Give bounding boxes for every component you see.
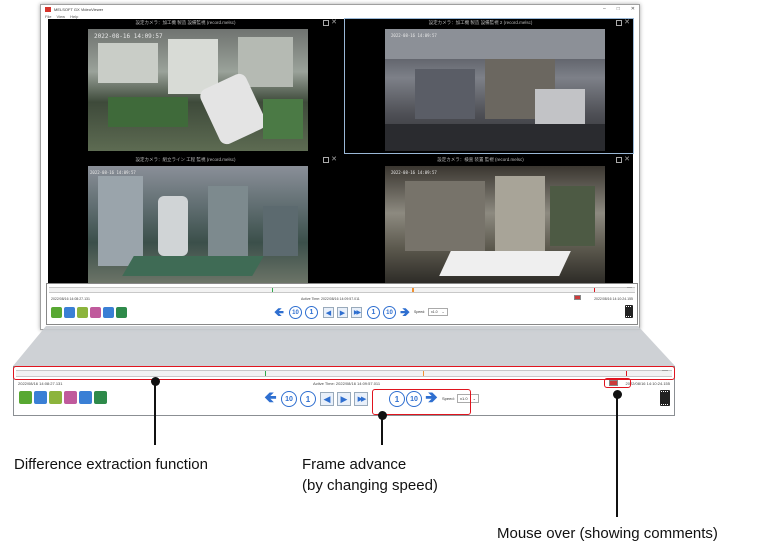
pane-header: 設定カメラ：加工機 製造 設備監視 2 (record.melsc) ✕ bbox=[345, 19, 633, 27]
caption-difference: Difference extraction function bbox=[14, 456, 208, 473]
fast-forward-icon[interactable]: ▶▶ bbox=[351, 307, 362, 318]
search-video-icon[interactable] bbox=[64, 307, 75, 318]
start-time: 2022/08/16 14:08:27.131 bbox=[18, 381, 63, 386]
back-10-icon[interactable]: 10 bbox=[289, 306, 302, 319]
brightness-icon[interactable] bbox=[49, 391, 62, 404]
tool-group bbox=[51, 307, 131, 318]
color-adjust-icon[interactable] bbox=[64, 391, 77, 404]
video-pane-1[interactable]: 設定カメラ：加工機 製造 設備監視 (record.melsc) ✕ 2022-… bbox=[48, 19, 340, 153]
pane-header: 設定カメラ：組立ライン 工程 監視 (record.melsc) ✕ bbox=[48, 156, 340, 164]
play-icon[interactable]: ▶ bbox=[337, 307, 348, 318]
close-pane-icon[interactable]: ✕ bbox=[624, 19, 630, 26]
callout-line bbox=[381, 417, 383, 445]
app-logo-icon bbox=[45, 6, 51, 12]
pane-title: 設定カメラ：加工機 製造 設備監視 2 (record.melsc) bbox=[428, 20, 533, 25]
timeline-marker[interactable] bbox=[271, 288, 273, 292]
video-timestamp: 2022-08-16 14:09:57 bbox=[391, 170, 437, 175]
menu-view[interactable]: View bbox=[56, 14, 65, 19]
video-pane-4[interactable]: 設定カメラ：検査 装置 監視 (record.melsc) ✕ 2022-08-… bbox=[345, 156, 633, 286]
camera-settings-icon[interactable] bbox=[94, 391, 107, 404]
playback-control-bar-small: — 2022/08/16 14:08:27.131 Active Time: 2… bbox=[46, 283, 638, 325]
menu-help[interactable]: Help bbox=[70, 14, 78, 19]
camera-settings-icon[interactable] bbox=[116, 307, 127, 318]
tool-group bbox=[19, 391, 109, 404]
video-pane-2[interactable]: 設定カメラ：加工機 製造 設備監視 2 (record.melsc) ✕ 202… bbox=[344, 18, 634, 154]
minimize-button[interactable]: – bbox=[603, 5, 606, 13]
video-frame bbox=[385, 29, 605, 151]
timeline-highlight bbox=[13, 366, 675, 380]
video-timestamp: 2022-08-16 14:09:57 bbox=[391, 33, 437, 38]
speed-value: x1.0 bbox=[431, 310, 438, 314]
end-time: 2022/08/16 14:10:24.155 bbox=[625, 381, 671, 386]
frame-advance-highlight bbox=[372, 389, 471, 415]
video-grid: 設定カメラ：加工機 製造 設備監視 (record.melsc) ✕ 2022-… bbox=[48, 18, 634, 286]
play-icon[interactable]: ▶ bbox=[337, 392, 351, 406]
window-title: MELSOFT GX VideoViewer bbox=[54, 6, 104, 12]
video-frame bbox=[88, 166, 308, 284]
maximize-pane-icon[interactable] bbox=[616, 20, 622, 26]
speed-select[interactable]: x1.0 ⌄ bbox=[428, 308, 448, 316]
title-bar: MELSOFT GX VideoViewer – □ ✕ bbox=[41, 5, 639, 13]
close-pane-icon[interactable]: ✕ bbox=[624, 156, 630, 163]
speed-label: Speed: bbox=[414, 310, 426, 314]
pane-title: 設定カメラ：組立ライン 工程 監視 (record.melsc) bbox=[135, 157, 236, 162]
maximize-pane-icon[interactable] bbox=[323, 20, 329, 26]
maximize-pane-icon[interactable] bbox=[616, 157, 622, 163]
active-time: Active Time: 2022/08/16 14:09:57.011 bbox=[301, 297, 360, 301]
caption-mouse-over: Mouse over (showing comments) bbox=[497, 525, 718, 542]
video-timestamp: 2022-08-16 14:09:57 bbox=[90, 170, 136, 175]
menu-file[interactable]: File bbox=[45, 14, 51, 19]
pane-title: 設定カメラ：加工機 製造 設備監視 (record.melsc) bbox=[135, 20, 236, 25]
pane-title: 設定カメラ：検査 装置 監視 (record.melsc) bbox=[437, 157, 524, 162]
difference-extraction-icon[interactable] bbox=[51, 307, 62, 318]
video-frame bbox=[88, 29, 308, 151]
maximize-pane-icon[interactable] bbox=[323, 157, 329, 163]
timeline-marker[interactable] bbox=[412, 288, 414, 292]
end-time: 2022/08/16 14:10:24.155 bbox=[594, 297, 633, 301]
brightness-icon[interactable] bbox=[77, 307, 88, 318]
close-pane-icon[interactable]: ✕ bbox=[331, 19, 337, 26]
pane-header: 設定カメラ：加工機 製造 設備監視 (record.melsc) ✕ bbox=[48, 19, 340, 27]
back-1-icon[interactable]: 1 bbox=[300, 391, 316, 407]
close-pane-icon[interactable]: ✕ bbox=[331, 156, 337, 163]
start-time: 2022/08/16 14:08:27.131 bbox=[51, 297, 90, 301]
comment-highlight bbox=[604, 378, 631, 388]
export-icon[interactable] bbox=[103, 307, 114, 318]
app-window: MELSOFT GX VideoViewer – □ ✕ File View H… bbox=[40, 4, 640, 330]
fast-forward-icon[interactable]: ▶▶ bbox=[354, 392, 368, 406]
difference-extraction-icon[interactable] bbox=[19, 391, 32, 404]
comment-icon[interactable] bbox=[574, 295, 581, 300]
jump-end-icon[interactable]: 🡺 bbox=[399, 305, 411, 319]
video-pane-3[interactable]: 設定カメラ：組立ライン 工程 監視 (record.melsc) ✕ 2022-… bbox=[48, 156, 340, 286]
caption-frame-advance: Frame advance bbox=[302, 456, 407, 473]
jump-start-icon[interactable]: 🡸 bbox=[273, 305, 285, 319]
forward-10-icon[interactable]: 10 bbox=[383, 306, 396, 319]
video-frame bbox=[385, 166, 605, 284]
zoom-toggle[interactable]: — bbox=[627, 285, 632, 291]
jump-start-icon[interactable]: 🡸 bbox=[263, 389, 278, 407]
filmstrip-icon[interactable] bbox=[625, 305, 633, 318]
close-button[interactable]: ✕ bbox=[631, 5, 635, 13]
timeline-marker[interactable] bbox=[593, 288, 596, 292]
pane-header: 設定カメラ：検査 装置 監視 (record.melsc) ✕ bbox=[345, 156, 633, 164]
reverse-play-icon[interactable]: ◀ bbox=[323, 307, 334, 318]
color-adjust-icon[interactable] bbox=[90, 307, 101, 318]
back-1-icon[interactable]: 1 bbox=[305, 306, 318, 319]
search-video-icon[interactable] bbox=[34, 391, 47, 404]
maximize-button[interactable]: □ bbox=[617, 5, 620, 13]
back-10-icon[interactable]: 10 bbox=[281, 391, 297, 407]
export-icon[interactable] bbox=[79, 391, 92, 404]
callout-line bbox=[154, 383, 156, 445]
window-controls: – □ ✕ bbox=[603, 5, 635, 13]
callout-line bbox=[616, 396, 618, 517]
video-timestamp: 2022-08-16 14:09:57 bbox=[94, 33, 163, 40]
reverse-play-icon[interactable]: ◀ bbox=[320, 392, 334, 406]
filmstrip-icon[interactable] bbox=[660, 390, 670, 406]
active-time: Active Time: 2022/08/16 14:09:57.011 bbox=[313, 381, 381, 386]
timeline-track[interactable]: — bbox=[49, 285, 635, 293]
forward-1-icon[interactable]: 1 bbox=[367, 306, 380, 319]
caption-frame-advance-sub: (by changing speed) bbox=[302, 477, 438, 494]
